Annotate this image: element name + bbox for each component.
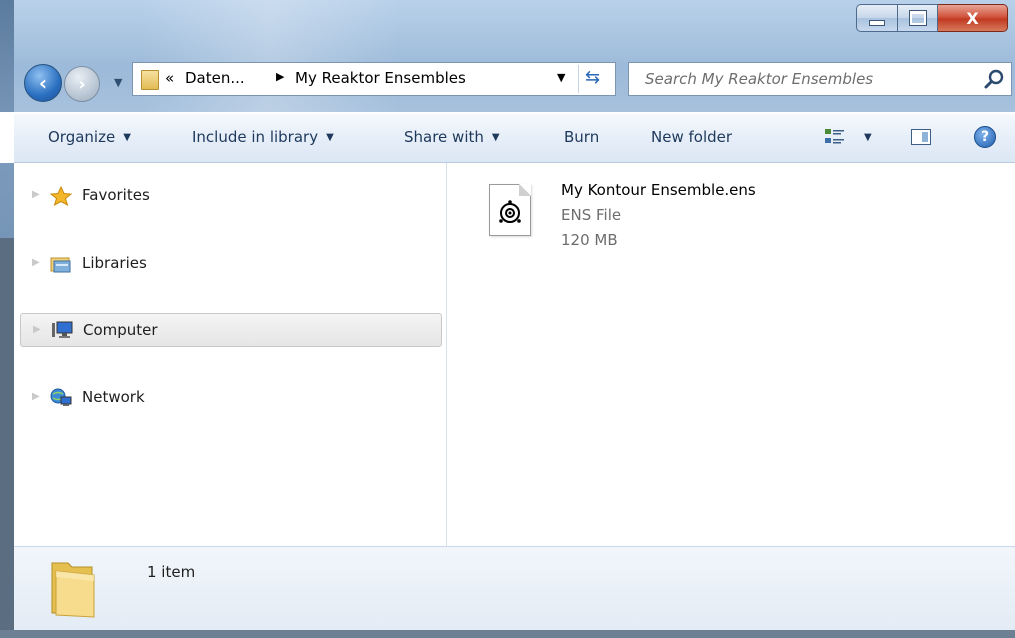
file-type: ENS File xyxy=(561,206,622,224)
breadcrumb-overflow[interactable]: « xyxy=(165,69,174,87)
sidebar-item-network[interactable]: ▶ Network xyxy=(14,381,444,415)
include-in-library-label: Include in library xyxy=(192,128,319,146)
address-bar[interactable]: « Daten... ▶ My Reaktor Ensembles ▼ ⇆ xyxy=(132,62,616,96)
burn-button[interactable]: Burn xyxy=(564,128,599,146)
organize-label: Organize xyxy=(48,128,116,146)
help-icon[interactable]: ? xyxy=(974,126,996,148)
sidebar-item-label: Computer xyxy=(83,321,158,339)
recent-pages-dropdown[interactable]: ▼ xyxy=(114,76,122,89)
window-frame-shadow xyxy=(0,238,14,638)
breadcrumb-current[interactable]: My Reaktor Ensembles xyxy=(295,69,466,87)
include-in-library-button[interactable]: Include in library ▼ xyxy=(192,128,334,146)
window-frame-left-edge xyxy=(0,0,14,112)
sidebar-item-favorites[interactable]: ▶ Favorites xyxy=(14,179,444,213)
sidebar-item-computer[interactable]: ▶ Computer xyxy=(20,313,442,347)
close-icon: X xyxy=(966,8,979,28)
views-dropdown-icon[interactable]: ▼ xyxy=(864,132,872,143)
maximize-icon xyxy=(908,10,927,26)
sidebar-item-libraries[interactable]: ▶ Libraries xyxy=(14,247,444,281)
window-controls: X xyxy=(856,4,1008,34)
minimize-button[interactable] xyxy=(856,4,898,32)
minimize-icon xyxy=(869,20,885,26)
file-list: My Kontour Ensemble.ens ENS File 120 MB xyxy=(447,163,1015,546)
ens-file-icon xyxy=(489,184,531,236)
share-with-button[interactable]: Share with ▼ xyxy=(404,128,500,146)
chevron-down-icon: ▼ xyxy=(123,132,131,143)
details-pane: 1 item xyxy=(14,546,1015,630)
search-box[interactable]: Search My Reaktor Ensembles xyxy=(628,62,1012,96)
maximize-button[interactable] xyxy=(898,4,938,32)
refresh-icon[interactable]: ⇆ xyxy=(585,67,600,88)
back-button[interactable]: ‹ xyxy=(24,64,62,102)
star-icon xyxy=(50,186,72,206)
forward-arrow-icon: › xyxy=(78,73,86,95)
file-name: My Kontour Ensemble.ens xyxy=(561,181,756,199)
search-input[interactable]: Search My Reaktor Ensembles xyxy=(645,70,873,88)
organize-button[interactable]: Organize ▼ xyxy=(48,128,131,146)
breadcrumb-parent[interactable]: Daten... xyxy=(185,69,245,87)
folder-icon xyxy=(51,562,95,618)
chevron-down-icon: ▼ xyxy=(326,132,334,143)
command-bar: Organize ▼ Include in library ▼ Share with… xyxy=(14,113,1015,163)
sidebar-item-label: Network xyxy=(82,388,145,406)
breadcrumb-separator-icon[interactable]: ▶ xyxy=(276,70,284,83)
folder-icon xyxy=(141,70,159,90)
forward-button[interactable]: › xyxy=(64,66,100,102)
network-icon xyxy=(50,388,72,406)
library-icon xyxy=(50,257,71,273)
file-size: 120 MB xyxy=(561,231,618,249)
expand-icon[interactable]: ▶ xyxy=(32,257,40,268)
share-with-label: Share with xyxy=(404,128,484,146)
expand-icon[interactable]: ▶ xyxy=(32,391,40,402)
preview-pane-icon[interactable] xyxy=(911,129,931,145)
sidebar-item-label: Libraries xyxy=(82,254,147,272)
navigation-pane: ▶ Favorites ▶ Libraries ▶ Computer ▶ Net… xyxy=(14,163,446,546)
reaktor-logo-icon xyxy=(499,200,521,223)
sidebar-item-label: Favorites xyxy=(82,186,150,204)
page-fold xyxy=(519,184,531,196)
computer-icon xyxy=(52,321,73,338)
search-icon[interactable] xyxy=(983,67,1007,91)
chevron-down-icon: ▼ xyxy=(491,132,500,143)
expand-icon[interactable]: ▶ xyxy=(33,324,41,335)
expand-icon[interactable]: ▶ xyxy=(32,189,40,200)
item-count: 1 item xyxy=(147,563,196,581)
address-dropdown-icon[interactable]: ▼ xyxy=(557,71,565,84)
back-arrow-icon: ‹ xyxy=(38,71,48,95)
window-frame-bottom xyxy=(0,630,1015,638)
address-divider xyxy=(578,65,579,93)
change-view-icon[interactable] xyxy=(825,128,845,146)
close-button[interactable]: X xyxy=(938,4,1008,32)
new-folder-button[interactable]: New folder xyxy=(651,128,732,146)
